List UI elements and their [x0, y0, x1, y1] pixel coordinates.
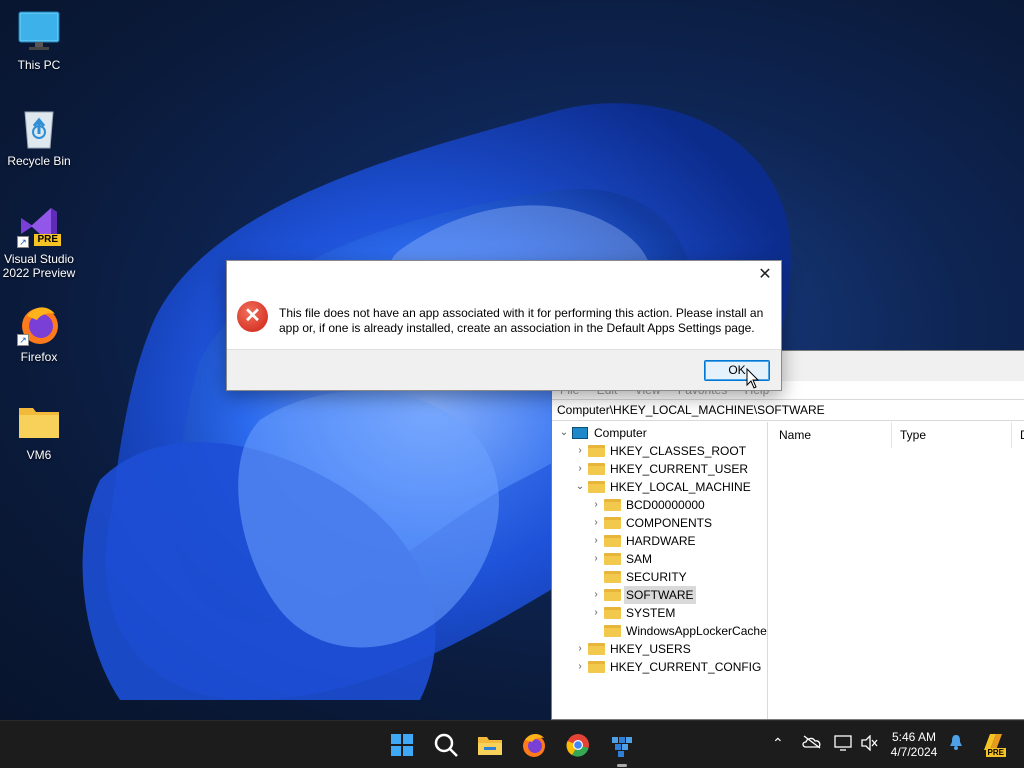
file-explorer-icon[interactable] [474, 729, 506, 761]
mouse-cursor-icon [746, 368, 760, 389]
firefox-icon: ↗ [17, 302, 61, 346]
taskbar: ⌃ 5:46 AM 4/7/2024 PRE [0, 720, 1024, 768]
network-icon[interactable] [834, 735, 852, 754]
folder-icon [604, 535, 621, 547]
ok-button[interactable]: OK [704, 360, 770, 381]
tree-item-components[interactable]: › COMPONENTS [552, 514, 767, 532]
desktop-icon-label: VM6 [26, 448, 52, 462]
tree-item-hku[interactable]: › HKEY_USERS [552, 640, 767, 658]
tree-item-computer[interactable]: ⌄ Computer [552, 424, 767, 442]
search-icon[interactable] [430, 729, 462, 761]
folder-icon [604, 571, 621, 583]
system-clock[interactable]: 5:46 AM 4/7/2024 [886, 730, 942, 760]
folder-icon [604, 589, 621, 601]
chevron-right-icon[interactable]: › [590, 514, 602, 532]
tree-item-windowsapplockercache[interactable]: WindowsAppLockerCache [552, 622, 767, 640]
desktop-icon-label: Firefox [20, 350, 58, 364]
address-bar[interactable]: Computer\HKEY_LOCAL_MACHINE\SOFTWARE [552, 399, 1024, 421]
desktop-icon-vm6[interactable]: VM6 [2, 400, 76, 462]
preview-badge: PRE [985, 748, 1006, 757]
desktop: This PC Recycle Bin PRE ↗ Visual Studio … [0, 0, 1024, 720]
shortcut-arrow-icon: ↗ [17, 334, 29, 346]
desktop-icon-label: Recycle Bin [7, 154, 71, 168]
close-button[interactable]: ✕ [755, 266, 775, 284]
firefox-icon[interactable] [518, 729, 550, 761]
values-list[interactable]: Name Type D [771, 422, 1024, 719]
error-dialog[interactable]: ✕ ✕ This file does not have an app assoc… [226, 260, 782, 391]
folder-icon [588, 481, 605, 493]
chevron-right-icon[interactable]: › [574, 658, 586, 676]
desktop-icon-firefox[interactable]: ↗ Firefox [2, 302, 76, 364]
column-type[interactable]: Type [891, 422, 1011, 448]
chevron-up-icon[interactable]: ⌃ [772, 735, 784, 752]
list-header: Name Type D [771, 422, 1024, 448]
registry-editor-icon[interactable] [606, 729, 638, 767]
tree-item-hklm[interactable]: ⌄ HKEY_LOCAL_MACHINE [552, 478, 767, 496]
tree-item-software[interactable]: › SOFTWARE [552, 586, 767, 604]
column-data[interactable]: D [1011, 422, 1024, 448]
folder-icon [604, 499, 621, 511]
folder-icon [588, 643, 605, 655]
folder-icon [604, 553, 621, 565]
desktop-icon-this-pc[interactable]: This PC [2, 10, 76, 72]
chevron-right-icon[interactable]: › [590, 586, 602, 604]
volume-muted-icon[interactable] [860, 734, 878, 754]
folder-icon [588, 445, 605, 457]
shortcut-arrow-icon: ↗ [17, 236, 29, 248]
desktop-icon-visual-studio[interactable]: PRE ↗ Visual Studio 2022 Preview [2, 204, 76, 280]
start-icon[interactable] [386, 729, 418, 761]
chevron-right-icon[interactable]: › [590, 532, 602, 550]
chevron-right-icon[interactable]: › [574, 460, 586, 478]
clock-date: 4/7/2024 [890, 745, 938, 759]
column-name[interactable]: Name [771, 422, 891, 448]
folder-icon [588, 463, 605, 475]
computer-icon [572, 427, 588, 439]
tree-item-hardware[interactable]: › HARDWARE [552, 532, 767, 550]
chevron-right-icon[interactable]: › [590, 496, 602, 514]
chevron-down-icon[interactable]: ⌄ [558, 424, 570, 442]
registry-editor-window[interactable]: File Edit View Favorites Help Computer\H… [551, 350, 1024, 720]
onedrive-icon[interactable] [802, 735, 822, 752]
folder-icon [588, 661, 605, 673]
error-icon: ✕ [237, 301, 268, 332]
monitor-icon [17, 10, 61, 54]
copilot-icon[interactable]: PRE [980, 732, 1006, 757]
dialog-footer: OK [227, 349, 781, 390]
clock-time: 5:46 AM [891, 730, 937, 744]
tree-item-hkcu[interactable]: › HKEY_CURRENT_USER [552, 460, 767, 478]
visual-studio-icon: PRE ↗ [17, 204, 61, 248]
preview-badge: PRE [34, 234, 61, 246]
folder-icon [604, 625, 621, 637]
tree-item-system[interactable]: › SYSTEM [552, 604, 767, 622]
key-tree[interactable]: ⌄ Computer › HKEY_CLASSES_ROOT › HKEY_CU… [552, 422, 768, 719]
tree-item-sam[interactable]: › SAM [552, 550, 767, 568]
chevron-right-icon[interactable]: › [574, 442, 586, 460]
chevron-right-icon[interactable]: › [590, 550, 602, 568]
tree-item-hkcr[interactable]: › HKEY_CLASSES_ROOT [552, 442, 767, 460]
chevron-right-icon[interactable]: › [574, 640, 586, 658]
chevron-down-icon[interactable]: ⌄ [574, 478, 586, 496]
chevron-right-icon[interactable]: › [590, 604, 602, 622]
desktop-icon-label: Visual Studio 2022 Preview [2, 252, 76, 280]
tree-item-security[interactable]: SECURITY [552, 568, 767, 586]
chrome-icon[interactable] [562, 729, 594, 761]
dialog-message: This file does not have an app associate… [279, 306, 764, 335]
folder-icon [604, 517, 621, 529]
tree-item-hkcc[interactable]: › HKEY_CURRENT_CONFIG [552, 658, 767, 676]
folder-icon [17, 400, 61, 444]
recycle-bin-icon [17, 106, 61, 150]
desktop-icon-recycle-bin[interactable]: Recycle Bin [2, 106, 76, 168]
desktop-icon-label: This PC [17, 58, 61, 72]
folder-icon [604, 607, 621, 619]
tree-item-bcd[interactable]: › BCD00000000 [552, 496, 767, 514]
notification-bell-icon[interactable] [949, 734, 963, 753]
